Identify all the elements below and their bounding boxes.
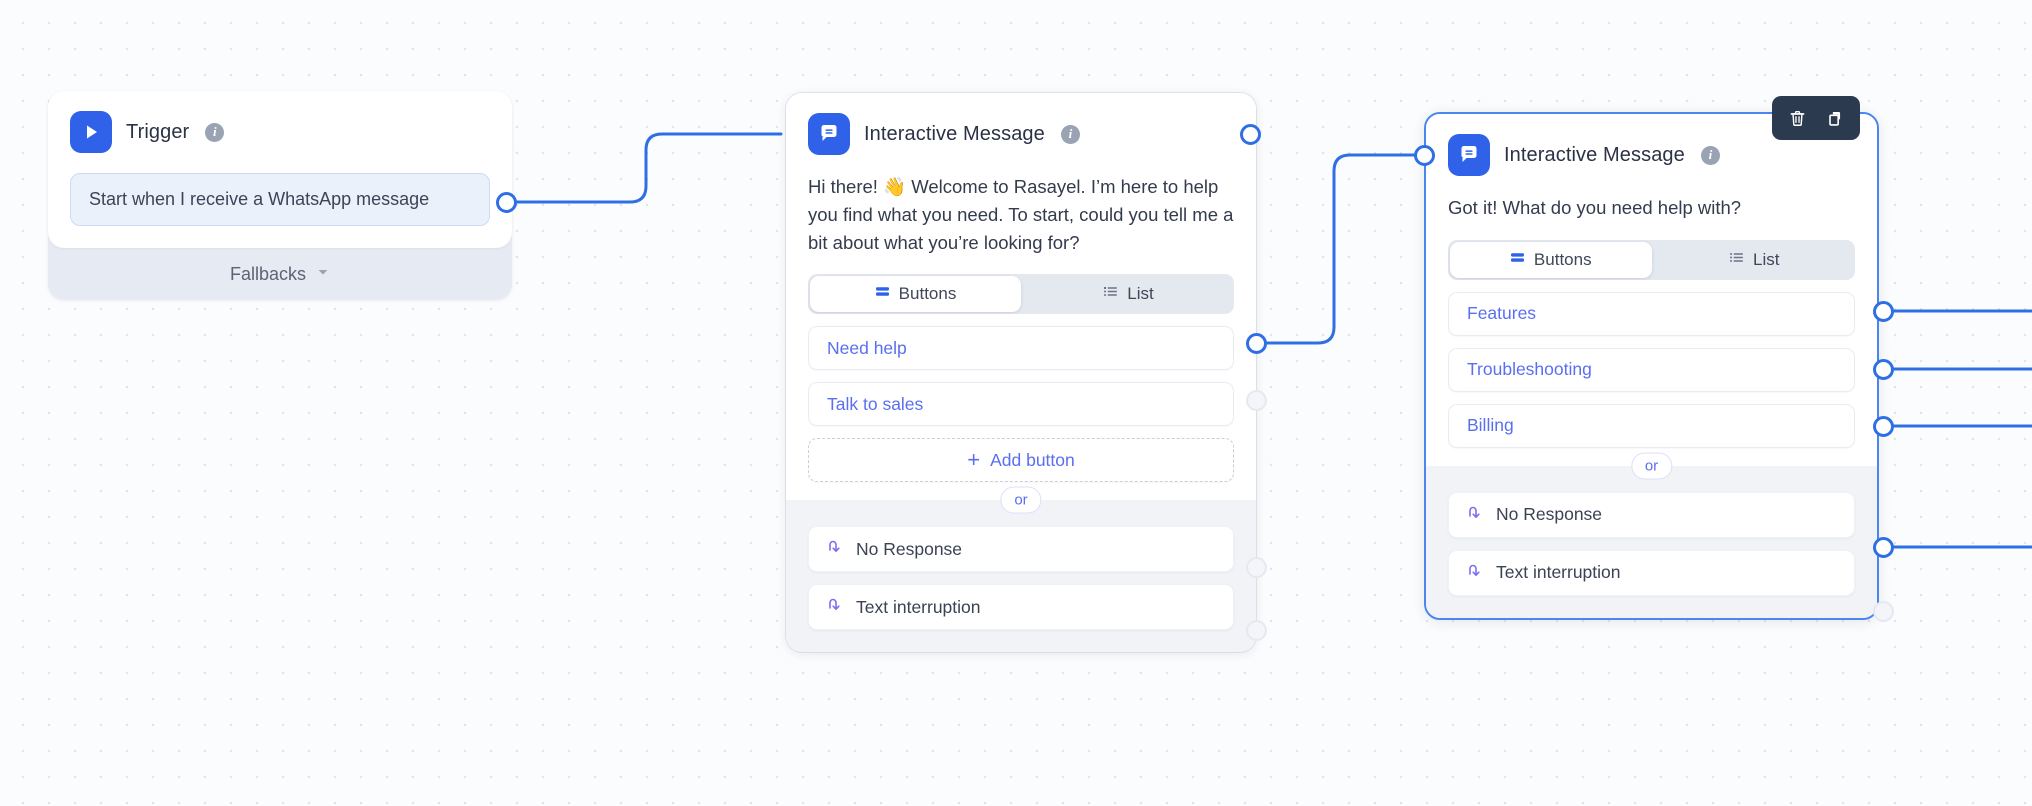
handle-im1-need-help[interactable] [1246,333,1267,354]
option-row[interactable]: Need help [808,326,1234,371]
interactive-message-icon [808,113,850,155]
im1-type-tabs[interactable]: Buttons List [808,274,1234,315]
option-label: Billing [1467,415,1514,436]
option-label: Features [1467,303,1537,324]
duplicate-node-button[interactable] [1818,101,1852,135]
chevron-down-icon [316,265,330,284]
fallback-label: No Response [856,538,963,559]
tab-list-label: List [1753,249,1780,269]
option-row[interactable]: Troubleshooting [1448,347,1855,392]
info-icon[interactable]: i [1060,124,1080,144]
handle-im2-troubleshooting[interactable] [1873,359,1894,380]
duplicate-icon [1828,111,1840,126]
fallbacks-toggle[interactable]: Fallbacks [48,248,512,300]
im1-message-text[interactable]: Hi there! 👋 Welcome to Rasayel. I’m here… [808,173,1234,256]
handle-im1-text-interruption[interactable] [1247,621,1266,640]
im1-header: Interactive Message i [808,113,1234,155]
node-interactive-message-2[interactable]: Interactive Message i Got it! What do yo… [1424,112,1879,620]
add-button-label: Add button [990,449,1075,470]
trigger-header: Trigger i [70,111,490,153]
fallback-row-no-response[interactable]: No Response [808,526,1234,573]
rows-icon [1510,250,1525,270]
trigger-condition-field[interactable]: Start when I receive a WhatsApp message [70,173,490,226]
option-label: Need help [827,337,907,358]
handle-im2-text-interruption[interactable] [1874,602,1893,621]
uturn-arrow-icon [1467,504,1484,526]
handle-im2-features[interactable] [1873,301,1894,322]
uturn-arrow-icon [1467,562,1484,584]
tab-buttons-label: Buttons [898,284,957,304]
fallback-label: Text interruption [856,596,981,617]
trash-icon [1790,110,1804,126]
rows-icon [875,284,890,304]
fallback-row-no-response[interactable]: No Response [1448,491,1855,538]
fallback-label: No Response [1496,504,1603,525]
edge-trigger-to-im1 [504,132,783,204]
im1-title: Interactive Message [864,122,1045,145]
add-button[interactable]: + Add button [808,438,1234,483]
plus-icon: + [967,447,981,473]
handle-im1-input[interactable] [1240,124,1261,145]
info-icon[interactable]: i [1700,145,1720,165]
im1-fallbacks: No Response Text interruption [786,500,1256,653]
tab-buttons[interactable]: Buttons [1450,241,1652,278]
option-label: Talk to sales [827,393,924,414]
handle-trigger-output[interactable] [496,192,517,213]
or-chip-label: or [1000,486,1042,514]
tab-list[interactable]: List [1023,274,1234,314]
im2-header: Interactive Message i [1448,134,1855,176]
interactive-message-icon [1448,134,1490,176]
im2-fallbacks: No Response Text interruption [1426,465,1877,618]
play-icon [70,111,112,153]
trigger-title: Trigger [126,120,190,143]
handle-im2-billing[interactable] [1873,416,1894,437]
fallback-row-text-interruption[interactable]: Text interruption [808,584,1234,631]
uturn-arrow-icon [827,596,844,618]
uturn-arrow-icon [827,538,844,560]
handle-im2-no-response[interactable] [1873,537,1894,558]
im2-title: Interactive Message [1504,143,1685,166]
node-interactive-message-1[interactable]: Interactive Message i Hi there! 👋 Welcom… [786,93,1256,653]
fallback-label: Text interruption [1496,562,1621,583]
delete-node-button[interactable] [1780,101,1814,135]
tab-buttons-label: Buttons [1533,249,1592,269]
im2-top: Interactive Message i Got it! What do yo… [1426,114,1877,466]
list-icon [1729,250,1744,270]
node-trigger[interactable]: Trigger i Start when I receive a WhatsAp… [48,91,512,300]
handle-im2-input[interactable] [1414,145,1435,166]
fallbacks-label: Fallbacks [229,263,307,284]
edge-need-help-to-im2 [1256,153,1420,345]
tab-list[interactable]: List [1654,240,1856,280]
trigger-body: Trigger i Start when I receive a WhatsAp… [48,91,512,248]
im2-message-text[interactable]: Got it! What do you need help with? [1448,194,1855,222]
option-row[interactable]: Talk to sales [808,382,1234,427]
list-icon [1103,284,1118,304]
info-icon[interactable]: i [205,122,225,142]
node-toolbar[interactable] [1772,96,1860,140]
tab-list-label: List [1127,284,1154,304]
flow-canvas[interactable]: Trigger i Start when I receive a WhatsAp… [0,0,2032,806]
tab-buttons[interactable]: Buttons [810,276,1021,313]
option-label: Troubleshooting [1467,359,1592,380]
im2-type-tabs[interactable]: Buttons List [1448,239,1856,280]
fallback-row-text-interruption[interactable]: Text interruption [1448,549,1855,596]
or-chip-label: or [1630,452,1673,480]
handle-im1-talk-to-sales[interactable] [1247,391,1266,410]
option-row[interactable]: Billing [1448,403,1855,448]
im1-top: Interactive Message i Hi there! 👋 Welcom… [786,93,1256,501]
handle-im1-no-response[interactable] [1247,558,1266,577]
option-row[interactable]: Features [1448,291,1855,336]
